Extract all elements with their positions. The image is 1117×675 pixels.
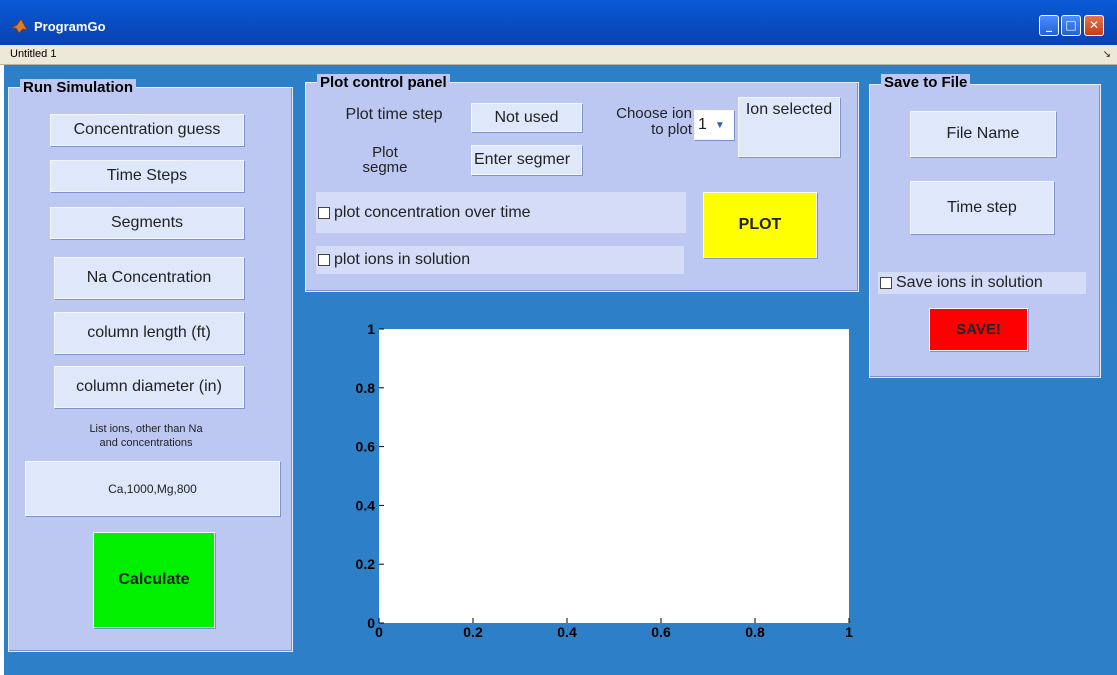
plot-control-title: Plot control panel — [317, 74, 450, 91]
close-button[interactable]: ✕ — [1084, 15, 1104, 36]
plot-segment-field[interactable]: Enter segmer — [471, 145, 582, 175]
plot-axes[interactable] — [379, 329, 849, 623]
plot-segment-label: Plot segme — [362, 145, 408, 175]
time-step-button[interactable]: Time step — [910, 181, 1054, 234]
segments-button[interactable]: Segments — [50, 207, 244, 239]
concentration-guess-button[interactable]: Concentration guess — [50, 114, 244, 146]
column-length-button[interactable]: column length (ft) — [54, 312, 244, 354]
choose-ion-label: Choose ion to plot — [616, 105, 692, 138]
plot-button[interactable]: PLOT — [703, 192, 817, 258]
time-steps-button[interactable]: Time Steps — [50, 160, 244, 192]
window-titlebar: ProgramGo _ □ ✕ — [0, 0, 1117, 45]
maximize-button[interactable]: □ — [1061, 15, 1081, 36]
ions-input[interactable]: Ca,1000,Mg,800 — [25, 461, 280, 516]
plot-ions-checkbox[interactable] — [318, 254, 330, 266]
save-button[interactable]: SAVE! — [929, 308, 1028, 351]
ion-select-value: 1 — [698, 116, 707, 133]
document-bar: Untitled 1 ↘ — [0, 45, 1117, 65]
plot-time-step-label: Plot time step — [345, 106, 443, 123]
run-simulation-title: Run Simulation — [20, 79, 136, 96]
matlab-icon — [10, 18, 28, 34]
save-ions-label: Save ions in solution — [896, 274, 1043, 291]
file-name-button[interactable]: File Name — [910, 111, 1056, 157]
dock-arrow-icon[interactable]: ↘ — [1103, 49, 1111, 60]
save-ions-checkbox[interactable] — [880, 277, 892, 289]
window-title: ProgramGo — [34, 19, 106, 34]
plot-ions-label: plot ions in solution — [334, 251, 471, 268]
plot-concentration-label: plot concentration over time — [334, 203, 531, 221]
ion-selected-display: Ion selected — [738, 97, 840, 157]
plot-concentration-checkbox-row[interactable]: plot concentration over time — [316, 192, 686, 233]
plot-concentration-checkbox[interactable] — [318, 206, 330, 219]
ion-select[interactable]: 1 ▼ — [694, 110, 734, 140]
save-to-file-title: Save to File — [881, 74, 971, 91]
chevron-down-icon: ▼ — [714, 119, 725, 131]
calculate-button[interactable]: Calculate — [93, 532, 215, 628]
minimize-button[interactable]: _ — [1039, 15, 1059, 36]
plot-ions-checkbox-row[interactable]: plot ions in solution — [316, 246, 684, 274]
column-diameter-button[interactable]: column diameter (in) — [54, 366, 244, 408]
save-ions-checkbox-row[interactable]: Save ions in solution — [878, 272, 1086, 294]
plot-time-step-field[interactable]: Not used — [471, 103, 582, 132]
ions-instruction-label: List ions, other than Na and concentrati… — [89, 423, 203, 449]
document-name: Untitled 1 — [10, 48, 57, 60]
na-concentration-button[interactable]: Na Concentration — [54, 257, 244, 299]
